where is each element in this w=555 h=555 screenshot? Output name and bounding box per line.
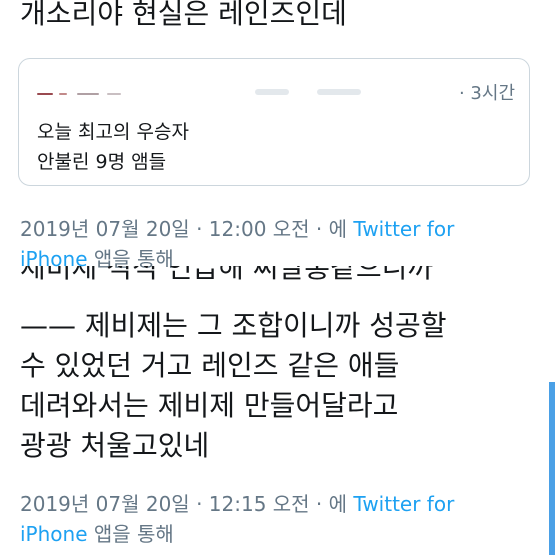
quoted-author-avatar [37, 91, 129, 97]
tweet-line: 광광 처울고있네 [20, 429, 210, 462]
tweet-meta-2: 2019년 07월 20일 · 12:15 오전 · 에 Twitter for… [20, 489, 454, 549]
blurred-author-handle [317, 89, 361, 95]
quoted-tweet-text: 오늘 최고의 우승자 안불린 9명 앰들 [37, 117, 189, 177]
blurred-author-name [255, 89, 289, 95]
quoted-tweet-line: 안불린 9명 앰들 [37, 151, 167, 173]
tweet-line: 수 있었던 거고 레인즈 같은 애들 [20, 349, 400, 382]
tweet-text-cut-line: 제비제 적적 언급해 씨발홍같으니까 [20, 266, 434, 284]
quoted-tweet-line: 오늘 최고의 우승자 [37, 121, 189, 143]
tweet-line: 데려와서는 제비제 만들어달라고 [20, 389, 399, 422]
tweet-text-top: 개소리야 현실은 레인즈인데 [20, 0, 347, 30]
tweet-timestamp: 2019년 07월 20일 · 12:15 오전 · 에 [20, 492, 354, 516]
tweet-text-main: —— 제비제는 그 조합이니까 성공할 수 있었던 거고 레인즈 같은 애들 데… [20, 306, 446, 466]
scrollbar[interactable] [549, 382, 555, 555]
tweet-meta-1: 2019년 07월 20일 · 12:00 오전 · 에 Twitter for… [20, 214, 454, 274]
quoted-tweet-time: · 3시간 [458, 83, 515, 104]
twitter-client-link[interactable]: Twitter for [353, 217, 454, 241]
twitter-client-link[interactable]: Twitter for [353, 492, 454, 516]
twitter-client-link[interactable]: iPhone [20, 522, 88, 546]
tweet-line: —— 제비제는 그 조합이니까 성공할 [20, 309, 447, 342]
tweet-timestamp: 2019년 07월 20일 · 12:00 오전 · 에 [20, 217, 354, 241]
quoted-tweet-card[interactable]: · 3시간 오늘 최고의 우승자 안불린 9명 앰들 [18, 58, 530, 186]
via-suffix: 앱을 통해 [87, 522, 174, 546]
